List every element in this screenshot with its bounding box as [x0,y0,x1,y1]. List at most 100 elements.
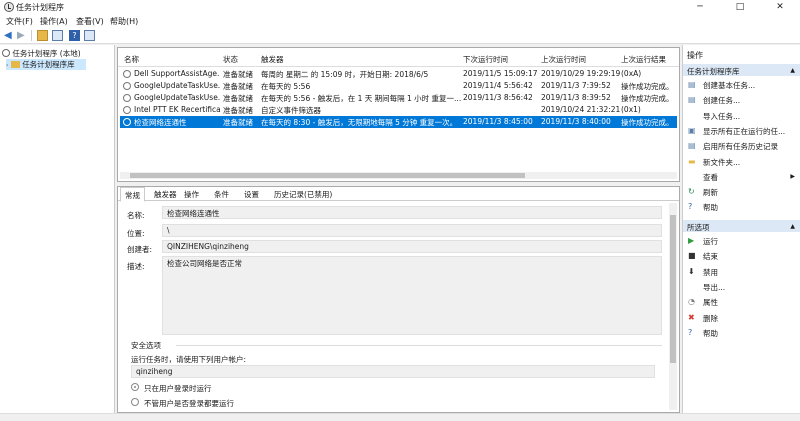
collapse-triangle-icon[interactable]: ▲ [790,67,795,74]
task-trigger: 在每天的 5:56 [261,82,311,91]
action-item-label: 结束 [703,252,718,262]
action-item[interactable]: ▣ 显示所有正在运行的任... [683,124,800,138]
tab-settings[interactable]: 设置 [244,189,259,200]
column-last-result[interactable]: 上次运行结果 [621,54,666,65]
table-row[interactable]: Dell SupportAssistAge... 准备就绪 每周的 星期二 的 … [120,68,677,80]
expand-chevron-icon[interactable]: › [6,62,8,69]
folder-icon: ▬ [688,156,696,166]
table-row[interactable]: Intel PTT EK Recertifica... 准备就绪 自定义事件筛选… [120,104,677,116]
task-last-result: (0x1) [621,105,641,114]
task-next-run: 2019/11/3 8:45:00 [463,117,533,126]
clock-icon [123,118,131,126]
menu-file[interactable]: 文件(F) [6,16,33,27]
task-name: Dell SupportAssistAge... [134,69,220,78]
menu-action[interactable]: 操作(A) [40,16,68,27]
maximize-button[interactable]: □ [720,0,760,14]
action-item[interactable]: ▶ 运行 [683,234,800,248]
action-item[interactable]: ▤ 创建基本任务... [683,78,800,92]
task-next-run: 2019/11/3 8:56:42 [463,93,533,102]
action-item[interactable]: 导入任务... [683,109,800,123]
task-details-pane: 常规 触发器 操作 条件 设置 历史记录(已禁用) 名称: 检查网络连通性 位置… [117,186,680,413]
action-item[interactable]: ▤ 启用所有任务历史记录 [683,139,800,153]
tree-item-library[interactable]: › 任务计划程序库 [6,59,86,70]
vertical-scrollbar[interactable] [669,203,677,410]
table-row[interactable]: GoogleUpdateTaskUse... 准备就绪 在每天的 5:56 - … [120,92,677,104]
menu-view[interactable]: 查看(V) [76,16,104,27]
table-row[interactable]: GoogleUpdateTaskUse... 准备就绪 在每天的 5:56 20… [120,80,677,92]
back-arrow-icon[interactable]: ◀ [4,30,15,41]
blank-icon [688,112,696,120]
task-trigger: 每周的 星期二 的 15:09 时，开始日期: 2018/6/5 [261,70,429,79]
help-icon: ? [688,327,693,337]
action-item[interactable]: ↻ 刷新 [683,185,800,199]
scrollbar-thumb[interactable] [130,173,525,178]
action-item-label: 创建基本任务... [703,81,756,90]
action-item[interactable]: ▬ 新文件夹... [683,155,800,169]
task-name: Intel PTT EK Recertifica... [134,105,220,114]
section-header-selected[interactable]: 所选项 ▲ [683,220,800,232]
end-icon: ■ [688,251,696,261]
task-scheduler-app-icon [4,2,14,12]
action-item[interactable]: 导出... [683,280,800,294]
collapse-triangle-icon[interactable]: ▲ [790,223,795,230]
column-name[interactable]: 名称 [124,54,139,65]
clock-icon [123,106,131,114]
action-item[interactable]: ✖ 删除 [683,311,800,325]
run-as-user-field[interactable]: qinziheng [131,365,655,378]
tab-general[interactable]: 常规 [120,187,145,202]
menu-bar: 文件(F) 操作(A) 查看(V) 帮助(H) [0,14,800,27]
task-list: 名称 状态 触发器 下次运行时间 上次运行时间 上次运行结果 Dell Supp… [117,47,680,182]
action-item[interactable]: ? 帮助 [683,200,800,214]
task-trigger: 在每天的 8:30 - 触发后，无限期地每隔 5 分钟 重复一次。 [261,118,458,127]
blank-icon [688,283,696,291]
up-folder-icon[interactable] [37,30,48,41]
action-item-label: 属性 [703,298,718,308]
author-field[interactable]: QINZIHENG\qinziheng [162,240,662,253]
action-item-label: 删除 [703,313,718,323]
menu-help[interactable]: 帮助(H) [110,16,138,27]
horizontal-scrollbar[interactable] [120,172,677,179]
header-divider [118,66,679,67]
forward-arrow-icon[interactable]: ▶ [17,30,28,41]
action-item[interactable]: ◔ 属性 [683,295,800,309]
close-button[interactable]: ✕ [760,0,800,14]
action-pane-icon[interactable] [84,30,95,41]
create-task-icon: ▤ [688,95,696,105]
actions-pane: 操作 任务计划程序库 ▲ ▤ 创建基本任务... ▤ 创建任务... 导入任务... ▣ 显… [682,45,800,413]
action-item-label: 创建任务... [703,96,741,106]
action-item[interactable]: ? 帮助 [683,326,800,340]
show-hide-tree-icon[interactable] [52,30,63,41]
toolbar-separator [31,30,32,41]
column-next-run[interactable]: 下次运行时间 [463,54,508,65]
table-row-selected[interactable]: 检查网络连通性 准备就绪 在每天的 8:30 - 触发后，无限期地每隔 5 分钟… [120,116,677,128]
location-field[interactable]: \ [162,224,662,237]
tab-history[interactable]: 历史记录(已禁用) [274,189,332,200]
action-item-label: 帮助 [703,328,718,338]
description-field[interactable]: 检查公司网络是否正常 [162,256,662,335]
task-status: 准备就绪 [223,94,253,103]
action-item-label: 刷新 [703,188,718,198]
task-next-run: 2019/11/4 5:56:42 [463,81,533,90]
tab-triggers[interactable]: 触发器 [154,189,177,200]
action-item-label: 导出... [703,282,726,292]
action-item[interactable]: ▤ 创建任务... [683,93,800,107]
action-item[interactable]: ⬇ 禁用 [683,265,800,279]
run-whether-logged-on-radio[interactable] [131,398,139,406]
name-field[interactable]: 检查网络连通性 [162,206,662,219]
run-only-logged-on-radio[interactable] [131,383,139,391]
help-icon[interactable]: ? [69,30,80,41]
column-status[interactable]: 状态 [223,54,238,65]
column-last-run[interactable]: 上次运行时间 [541,54,586,65]
scrollbar-thumb[interactable] [670,215,676,363]
run-as-label: 运行任务时，请使用下列用户帐户: [131,355,247,364]
tab-actions[interactable]: 操作 [184,189,199,200]
tab-conditions[interactable]: 条件 [214,189,229,200]
running-tasks-icon: ▣ [688,125,696,135]
column-trigger[interactable]: 触发器 [261,54,284,65]
minimize-button[interactable]: ─ [680,0,720,14]
action-item[interactable]: 查看 ▶ [683,170,800,184]
tree-root-item[interactable]: 任务计划程序 (本地) [2,48,81,59]
action-item[interactable]: ■ 结束 [683,249,800,263]
section-header-library[interactable]: 任务计划程序库 ▲ [683,64,800,76]
task-last-run: 2019/10/29 19:29:19 [541,69,621,78]
